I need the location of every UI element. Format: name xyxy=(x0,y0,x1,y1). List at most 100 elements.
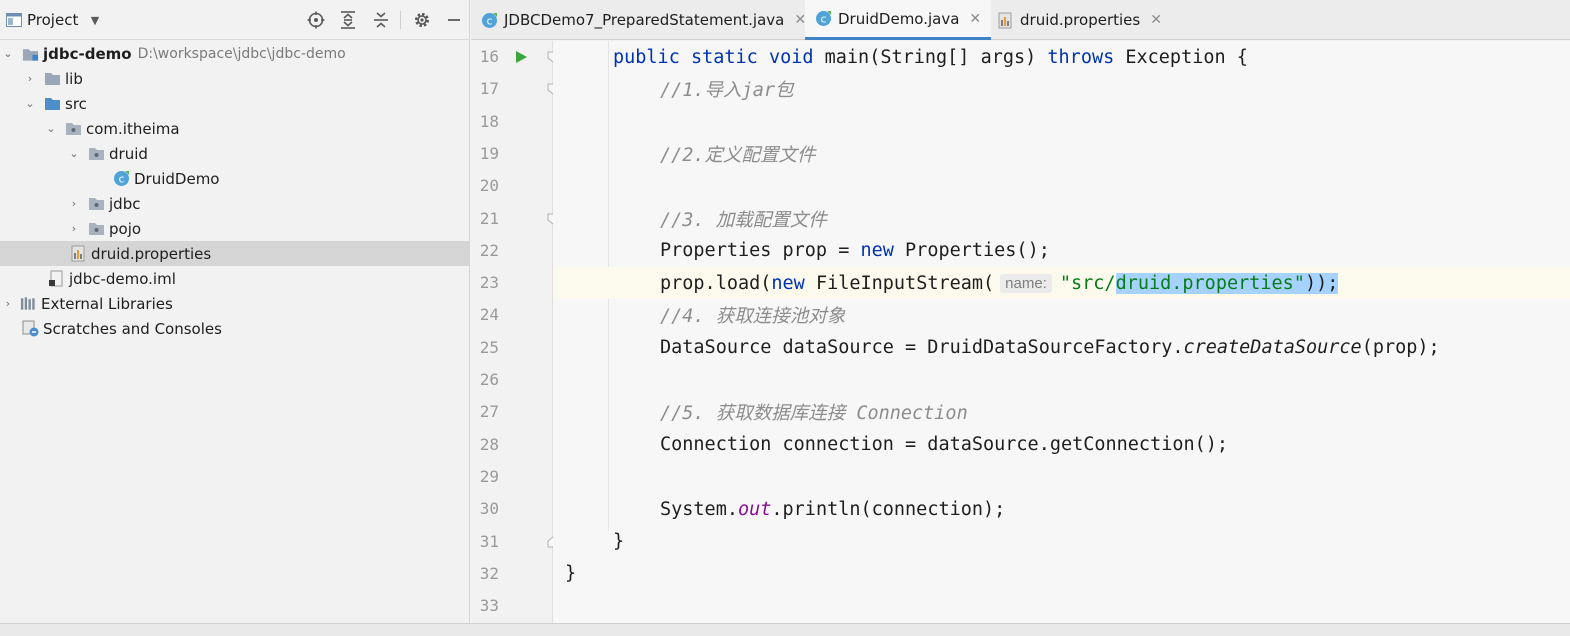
tree-item-label: pojo xyxy=(109,219,142,238)
expand-all-icon[interactable] xyxy=(337,10,359,30)
tree-item-label: jdbc xyxy=(109,194,141,213)
tree-item-scratches[interactable]: Scratches and Consoles xyxy=(0,316,469,341)
code-token: "src/ xyxy=(1059,272,1116,294)
run-icon[interactable] xyxy=(514,50,528,64)
close-icon[interactable]: ✕ xyxy=(1150,12,1162,28)
chevron-down-icon[interactable]: ⌄ xyxy=(2,47,14,60)
locate-file-icon[interactable] xyxy=(305,10,327,30)
editor-gutter[interactable]: 16 17 18 19 20 21 22 23 24 25 26 27 28 29 30 31 32 33 xyxy=(471,41,559,623)
close-icon[interactable]: ✕ xyxy=(969,11,981,27)
line-number[interactable]: 31 xyxy=(471,532,499,551)
line-number[interactable]: 18 xyxy=(471,112,499,131)
tree-item-druiddemo[interactable]: c DruidDemo xyxy=(0,166,469,191)
tab-druid-properties[interactable]: druid.properties ✕ xyxy=(997,0,1162,40)
project-view-icon[interactable] xyxy=(5,10,23,30)
line-number[interactable]: 23 xyxy=(471,273,499,292)
line-number[interactable]: 33 xyxy=(471,596,499,615)
tree-item-label: jdbc-demo.iml xyxy=(69,269,176,288)
tree-item-label: Scratches and Consoles xyxy=(43,319,222,338)
tree-item-label: druid xyxy=(109,144,148,163)
module-path: D:\workspace\jdbc\jdbc-demo xyxy=(137,45,346,62)
code-editor[interactable]: public static void main(String[] args) t… xyxy=(553,41,1570,623)
code-line[interactable]: public static void main(String[] args) t… xyxy=(553,41,1570,73)
code-token: (prop); xyxy=(1361,337,1440,359)
package-icon xyxy=(65,121,82,137)
code-line[interactable]: System. out .println(connection); xyxy=(553,493,1570,525)
chevron-down-icon[interactable]: ⌄ xyxy=(68,147,80,160)
code-line[interactable]: Properties prop = new Properties(); xyxy=(553,235,1570,267)
line-number[interactable]: 20 xyxy=(471,176,499,195)
code-line[interactable] xyxy=(553,364,1570,396)
chevron-down-icon[interactable]: ▼ xyxy=(88,10,102,30)
code-token: prop.load( xyxy=(660,272,772,294)
java-class-icon: c xyxy=(815,10,832,27)
code-line[interactable]: Connection connection = dataSource.getCo… xyxy=(553,429,1570,461)
code-line[interactable] xyxy=(553,106,1570,138)
chevron-right-icon[interactable]: › xyxy=(2,297,14,310)
tree-item-label: druid.properties xyxy=(91,244,212,263)
code-token: .println(connection); xyxy=(771,498,1006,520)
tree-item-label: com.itheima xyxy=(86,119,180,138)
line-number[interactable]: 29 xyxy=(471,467,499,486)
properties-file-icon xyxy=(997,12,1014,29)
line-number[interactable]: 30 xyxy=(471,499,499,518)
line-number[interactable]: 26 xyxy=(471,370,499,389)
tree-item-druid-properties[interactable]: druid.properties xyxy=(0,241,469,266)
tree-item-com-itheima[interactable]: ⌄ com.itheima xyxy=(0,116,469,141)
line-number[interactable]: 24 xyxy=(471,305,499,324)
tab-druiddemo[interactable]: c DruidDemo.java ✕ xyxy=(805,0,992,40)
code-line[interactable]: //2.定义配置文件 xyxy=(553,138,1570,170)
line-number[interactable]: 22 xyxy=(471,241,499,260)
code-token: FileInputStream( xyxy=(815,272,995,294)
line-number[interactable]: 28 xyxy=(471,435,499,454)
code-token: //1.导入jar包 xyxy=(660,80,794,102)
code-line[interactable]: //4. 获取连接池对象 xyxy=(553,299,1570,331)
tree-item-external-libraries[interactable]: › External Libraries xyxy=(0,291,469,316)
svg-text:c: c xyxy=(118,173,124,186)
tree-item-jdbc-demo-iml[interactable]: jdbc-demo.iml xyxy=(0,266,469,291)
tab-jdbcdemo7[interactable]: c JDBCDemo7_PreparedStatement.java ✕ xyxy=(481,0,806,40)
code-token: //5. 获取数据库连接 Connection xyxy=(660,403,968,425)
code-line[interactable]: prop.load(new FileInputStream(name: "src/… xyxy=(553,267,1570,300)
code-token: //2.定义配置文件 xyxy=(660,144,816,166)
code-token: Connection connection = dataSource.getCo… xyxy=(660,434,1229,456)
code-line[interactable]: //1.导入jar包 xyxy=(553,73,1570,105)
collapse-all-icon[interactable] xyxy=(370,10,392,30)
tree-item-pojo[interactable]: › pojo xyxy=(0,216,469,241)
line-number[interactable]: 19 xyxy=(471,144,499,163)
line-number[interactable]: 16 xyxy=(471,47,499,66)
hide-panel-icon[interactable] xyxy=(444,10,464,30)
line-number[interactable]: 32 xyxy=(471,564,499,583)
line-number[interactable]: 17 xyxy=(471,79,499,98)
code-line[interactable]: //5. 获取数据库连接 Connection xyxy=(553,396,1570,428)
project-panel-header: Project ▼ xyxy=(0,0,470,40)
chevron-right-icon[interactable]: › xyxy=(24,72,36,85)
tree-item-src[interactable]: ⌄ src xyxy=(0,91,469,116)
svg-text:c: c xyxy=(486,14,492,27)
code-token: static xyxy=(690,46,769,68)
tree-item-jdbc[interactable]: › jdbc xyxy=(0,191,469,216)
code-line[interactable]: DataSource dataSource = DruidDataSourceF… xyxy=(553,332,1570,364)
code-line[interactable]: } xyxy=(553,526,1570,558)
project-view-selector[interactable]: Project xyxy=(27,11,78,29)
code-token: DataSource dataSource = DruidDataSourceF… xyxy=(660,337,1184,359)
tree-item-jdbc-demo[interactable]: ⌄ jdbc-demo D:\workspace\jdbc\jdbc-demo xyxy=(0,41,469,66)
tree-item-label: src xyxy=(65,94,87,113)
code-line[interactable] xyxy=(553,170,1570,202)
package-icon xyxy=(88,146,105,162)
chevron-right-icon[interactable]: › xyxy=(68,197,80,210)
code-line[interactable]: //3. 加载配置文件 xyxy=(553,203,1570,235)
code-line[interactable] xyxy=(553,461,1570,493)
chevron-down-icon[interactable]: ⌄ xyxy=(24,97,36,110)
chevron-down-icon[interactable]: ⌄ xyxy=(45,122,57,135)
line-number[interactable]: 27 xyxy=(471,402,499,421)
tree-item-druid[interactable]: ⌄ druid xyxy=(0,141,469,166)
line-number[interactable]: 21 xyxy=(471,209,499,228)
editor-tab-bar: c JDBCDemo7_PreparedStatement.java ✕ c D… xyxy=(471,0,1570,40)
gear-icon[interactable] xyxy=(411,10,433,30)
chevron-right-icon[interactable]: › xyxy=(68,222,80,235)
tree-item-lib[interactable]: › lib xyxy=(0,66,469,91)
code-line[interactable]: } xyxy=(553,558,1570,590)
code-line[interactable] xyxy=(553,590,1570,622)
line-number[interactable]: 25 xyxy=(471,338,499,357)
